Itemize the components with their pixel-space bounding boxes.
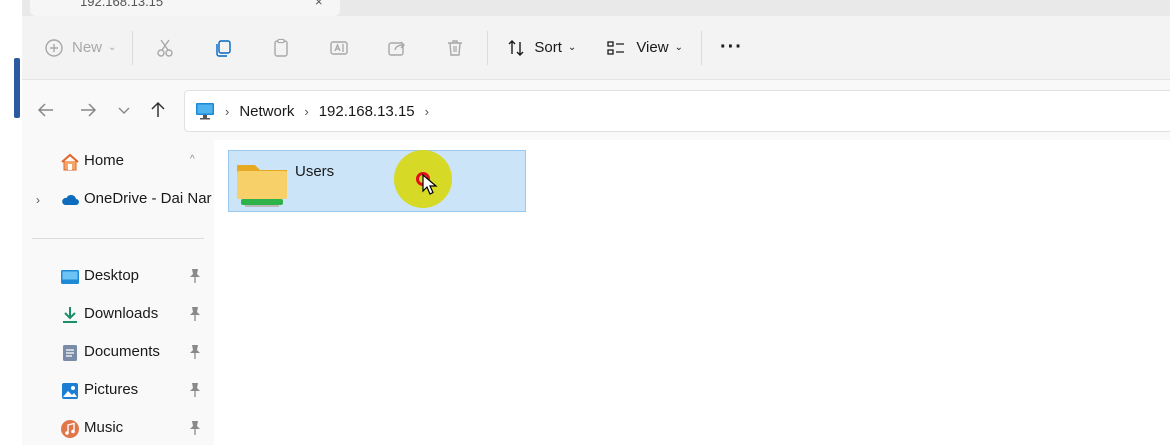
music-icon — [61, 420, 79, 438]
rename-icon — [330, 40, 349, 55]
sort-icon — [508, 39, 524, 56]
onedrive-icon — [62, 194, 79, 205]
sidebar-item-label: Pictures — [84, 381, 139, 398]
divider — [132, 30, 134, 65]
new-label: New — [72, 39, 103, 56]
sidebar-item-label: Documents — [84, 343, 160, 360]
new-button[interactable]: New ⌄ — [44, 28, 116, 68]
divider — [487, 30, 489, 65]
sort-button[interactable]: Sort ⌄ — [506, 28, 576, 68]
breadcrumb-separator: › — [304, 103, 309, 119]
trash-icon — [448, 39, 463, 56]
frame-accent — [14, 58, 20, 118]
divider — [700, 30, 702, 65]
arrow-right-icon — [81, 103, 97, 117]
documents-icon — [63, 345, 77, 361]
pin-icon[interactable] — [188, 306, 202, 322]
sidebar-item-pictures[interactable]: Pictures — [22, 373, 214, 407]
chevron-down-icon: ⌄ — [567, 42, 577, 53]
file-view: Users — [214, 140, 1170, 445]
sidebar-item-label: OneDrive - Dai Nar — [84, 190, 212, 207]
view-label: View — [636, 39, 669, 56]
sort-label: Sort — [534, 39, 562, 56]
view-icon — [607, 40, 625, 55]
up-button[interactable] — [148, 100, 168, 120]
mouse-pointer-icon — [422, 174, 438, 195]
sidebar-item-downloads[interactable]: Downloads — [22, 297, 214, 331]
pin-icon[interactable] — [188, 268, 202, 284]
copy-button[interactable] — [213, 28, 233, 68]
clipboard-icon — [274, 38, 289, 57]
breadcrumb-separator: › — [225, 103, 230, 119]
network-folder-icon — [237, 165, 287, 207]
chevron-down-icon: ⌄ — [674, 42, 683, 53]
folder-item-users[interactable]: Users — [228, 150, 526, 212]
view-button[interactable]: View ⌄ — [606, 28, 683, 68]
title-bar: 192.168.13.15 × — [22, 0, 1170, 16]
plus-circle-icon — [45, 38, 63, 57]
computer-icon — [196, 103, 214, 120]
breadcrumb-network[interactable]: Network — [239, 103, 294, 120]
desktop-icon — [61, 270, 79, 284]
home-icon — [61, 153, 79, 171]
sidebar-item-label: Music — [84, 419, 124, 436]
arrow-left-icon — [37, 103, 53, 117]
sidebar-divider — [32, 238, 204, 239]
sidebar-item-onedrive[interactable]: › OneDrive - Dai Nar — [22, 182, 214, 216]
sidebar-item-home[interactable]: Home — [22, 144, 214, 178]
forward-button[interactable] — [78, 100, 98, 120]
more-icon: ··· — [719, 36, 743, 58]
tab-title: 192.168.13.15 — [80, 0, 164, 9]
address-bar[interactable]: › Network › 192.168.13.15 › — [184, 90, 1170, 132]
expand-chevron-icon[interactable]: › — [36, 193, 40, 207]
paste-button[interactable] — [271, 28, 291, 68]
sidebar-item-label: Home — [84, 152, 125, 169]
navigation-pane: ^ Home › OneDrive - Dai Nar Desktop Down… — [22, 140, 214, 445]
delete-button[interactable] — [445, 28, 465, 68]
chevron-down-icon: ⌄ — [108, 42, 117, 53]
chevron-down-icon — [118, 107, 130, 114]
tab-active[interactable]: 192.168.13.15 × — [30, 0, 340, 16]
download-icon — [63, 307, 77, 323]
copy-icon — [216, 39, 232, 57]
rename-button[interactable] — [329, 28, 349, 68]
pin-icon[interactable] — [188, 382, 202, 398]
share-icon — [388, 41, 406, 56]
sidebar-item-label: Desktop — [84, 267, 140, 284]
pin-icon[interactable] — [188, 344, 202, 360]
window-frame-left — [0, 0, 22, 445]
pictures-icon — [62, 383, 78, 399]
navigation-bar: › Network › 192.168.13.15 › — [22, 80, 1170, 140]
sidebar-item-music[interactable]: Music — [22, 411, 214, 445]
back-button[interactable] — [36, 100, 56, 120]
breadcrumb-separator: › — [424, 103, 429, 119]
sidebar-item-documents[interactable]: Documents — [22, 335, 214, 369]
scissors-icon — [157, 39, 174, 57]
recent-locations-button[interactable] — [114, 100, 134, 120]
cut-button[interactable] — [155, 28, 175, 68]
folder-name: Users — [295, 163, 335, 180]
sidebar-item-desktop[interactable]: Desktop — [22, 259, 214, 293]
arrow-up-icon — [151, 101, 165, 117]
pin-icon[interactable] — [188, 420, 202, 436]
sidebar-item-label: Downloads — [84, 305, 159, 322]
command-bar: New ⌄ Sort ⌄ View ⌄ ··· — [22, 16, 1170, 80]
breadcrumb-host[interactable]: 192.168.13.15 — [319, 103, 415, 120]
share-button[interactable] — [387, 28, 407, 68]
tab-close-button[interactable]: × — [315, 0, 323, 9]
more-options-button[interactable]: ··· — [720, 28, 743, 68]
